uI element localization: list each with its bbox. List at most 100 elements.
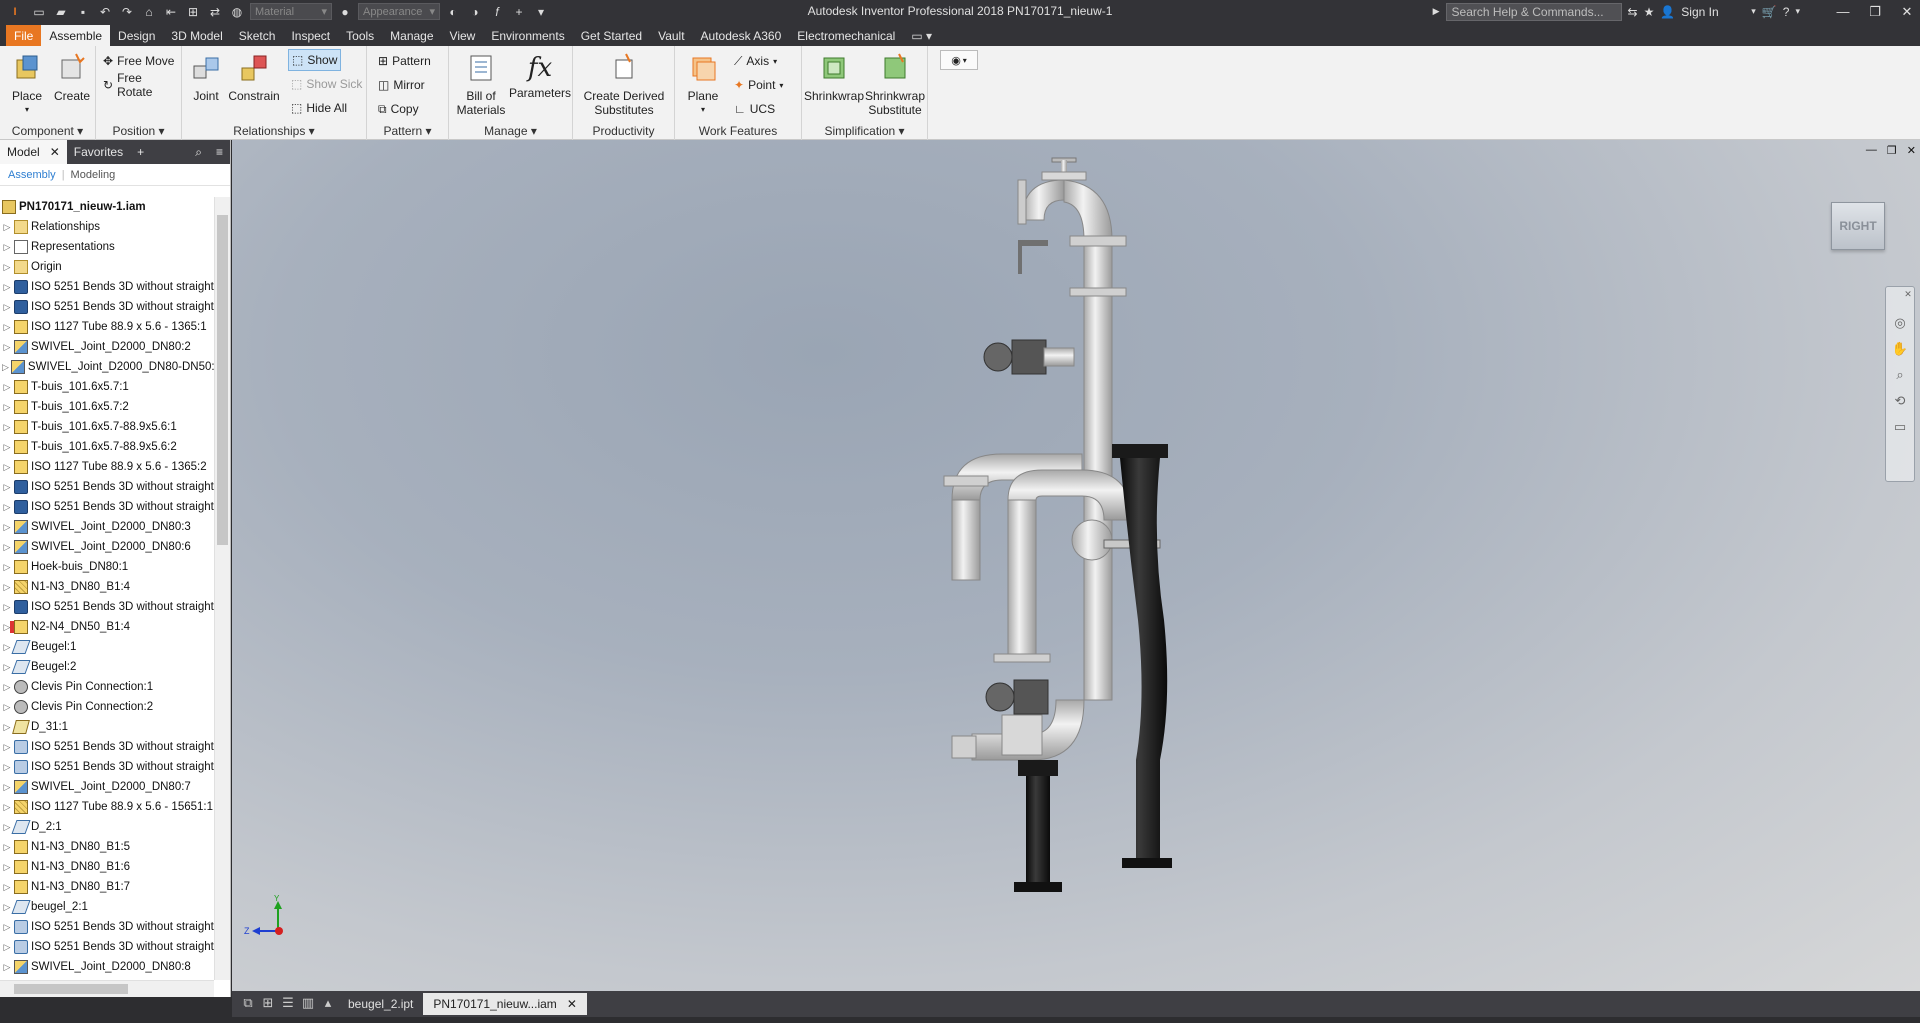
expand-arrow-icon[interactable]: ▷	[2, 262, 12, 273]
tree-item[interactable]: ▷ N2-N4_DN50_B1:4	[0, 617, 214, 637]
panel-title-manage[interactable]: Manage ▾	[449, 124, 572, 138]
expand-arrow-icon[interactable]: ▷	[2, 962, 12, 973]
tree-item[interactable]: ▷ ISO 1127 Tube 88.9 x 5.6 - 1365:2	[0, 457, 214, 477]
tree-item[interactable]: ▷ T-buis_101.6x5.7:1	[0, 377, 214, 397]
shrinkwrap-substitute-button[interactable]: Shrinkwrap Substitute	[864, 52, 926, 117]
tree-item[interactable]: ▷ Relationships	[0, 217, 214, 237]
open-file-icon[interactable]: ▰	[52, 3, 70, 21]
free-rotate-button[interactable]: ↻ Free Rotate	[100, 71, 181, 99]
expand-arrow-icon[interactable]: ▷	[2, 522, 12, 533]
tree-item[interactable]: ▷ ISO 5251 Bends 3D without straight	[0, 497, 214, 517]
tree-item[interactable]: ▷ T-buis_101.6x5.7-88.9x5.6:2	[0, 437, 214, 457]
ribbon-more-dropdown[interactable]: ◉ ▾	[940, 50, 978, 70]
tree-item[interactable]: ▷ D_2:1	[0, 817, 214, 837]
menu-icon[interactable]: ≡	[209, 140, 230, 164]
tree-item[interactable]: ▷ ISO 5251 Bends 3D without straight	[0, 737, 214, 757]
plane-button[interactable]: Plane ▾	[679, 52, 727, 117]
undo-icon[interactable]: ↶	[96, 3, 114, 21]
look-at-icon[interactable]: ▭	[1891, 419, 1909, 437]
tree-item[interactable]: ▷ Beugel:2	[0, 657, 214, 677]
help-icon[interactable]: ?	[1783, 5, 1790, 19]
tab-autodesk-a360[interactable]: Autodesk A360	[693, 25, 790, 46]
tree-item[interactable]: ▷ N1-N3_DN80_B1:4	[0, 577, 214, 597]
tree-item[interactable]: ▷ SWIVEL_Joint_D2000_DN80:3	[0, 517, 214, 537]
graphics-viewport[interactable]: — ❐ ✕ RIGHT ✕ ◎ ✋ ⌕ ⟲ ▭ Y Z	[232, 140, 1920, 991]
tab-electromechanical[interactable]: Electromechanical	[789, 25, 903, 46]
expand-arrow-icon[interactable]: ▷	[2, 862, 12, 873]
tree-item[interactable]: ▷ T-buis_101.6x5.7:2	[0, 397, 214, 417]
expand-arrow-icon[interactable]: ▷	[2, 222, 12, 233]
panel-title-pattern[interactable]: Pattern ▾	[367, 124, 448, 138]
tile-vertical-icon[interactable]: ▥	[298, 995, 318, 1013]
point-button[interactable]: ✦ Point ▾	[731, 74, 786, 96]
panel-title-simplification[interactable]: Simplification ▾	[802, 124, 927, 138]
expand-arrow-icon[interactable]: ▷	[2, 942, 12, 953]
expand-arrow-icon[interactable]: ▷	[2, 922, 12, 933]
return-icon[interactable]: ⇤	[162, 3, 180, 21]
close-icon[interactable]: ✕	[1904, 289, 1912, 307]
material-dropdown[interactable]: Material ▾	[250, 3, 332, 20]
steering-wheel-icon[interactable]: ◎	[1891, 315, 1909, 333]
expand-arrow-icon[interactable]: ▷	[2, 622, 12, 633]
user-icon[interactable]: 👤	[1660, 5, 1675, 19]
constrain-button[interactable]: Constrain	[228, 52, 280, 103]
tree-item[interactable]: ▷ N1-N3_DN80_B1:6	[0, 857, 214, 877]
adjust-appearance-icon[interactable]: ◐	[444, 3, 462, 21]
expand-arrow-icon[interactable]: ▷	[2, 422, 12, 433]
expand-arrow-icon[interactable]: ▷	[2, 742, 12, 753]
panel-title-relationships[interactable]: Relationships ▾	[182, 124, 366, 138]
expand-arrow-icon[interactable]: ▷	[2, 242, 12, 253]
scrollbar-thumb[interactable]	[14, 984, 128, 994]
tree-item[interactable]: ▷ N1-N3_DN80_B1:5	[0, 837, 214, 857]
tab-assemble[interactable]: Assemble	[41, 25, 111, 46]
modeling-view-link[interactable]: Modeling	[71, 169, 116, 181]
expand-arrow-icon[interactable]: ▷	[2, 502, 12, 513]
exchange-icon[interactable]: ⇆	[1628, 5, 1638, 19]
free-move-button[interactable]: ✥ Free Move	[100, 50, 177, 72]
viewcube[interactable]: RIGHT	[1831, 202, 1885, 250]
show-button[interactable]: ⬚ Show	[288, 49, 342, 71]
create-derived-substitutes-button[interactable]: Create Derived Substitutes	[579, 52, 669, 117]
expand-arrow-icon[interactable]: ▷	[2, 462, 12, 473]
axis-button[interactable]: ⟋ Axis ▾	[731, 50, 780, 72]
tree-item[interactable]: ▷ ISO 5251 Bends 3D without straight	[0, 597, 214, 617]
expand-arrow-icon[interactable]: ▷	[2, 302, 12, 313]
minimize-button[interactable]: —	[1830, 4, 1856, 19]
close-button[interactable]: ✕	[1894, 4, 1920, 20]
document-list-icon[interactable]: ▴	[318, 995, 338, 1013]
parameters-button[interactable]: fx Parameters	[509, 52, 571, 100]
tree-item[interactable]: ▷ Clevis Pin Connection:1	[0, 677, 214, 697]
expand-arrow-icon[interactable]: ▷	[2, 662, 12, 673]
show-sick-button[interactable]: ⬚ Show Sick	[288, 73, 365, 95]
shrinkwrap-button[interactable]: Shrinkwrap	[804, 52, 864, 103]
tree-item[interactable]: ▷ ISO 1127 Tube 88.9 x 5.6 - 1365:1	[0, 317, 214, 337]
tree-item[interactable]: ▷ Beugel:1	[0, 637, 214, 657]
select-mode-icon[interactable]: ⊞	[184, 3, 202, 21]
appearance-dropdown[interactable]: Appearance ▾	[358, 3, 440, 20]
expand-arrow-icon[interactable]: ▷	[2, 442, 12, 453]
tree-item[interactable]: ▷ Clevis Pin Connection:2	[0, 697, 214, 717]
tree-item[interactable]: ▷ Origin	[0, 257, 214, 277]
tab-file[interactable]: File	[6, 25, 42, 46]
orbit-icon[interactable]: ⟲	[1891, 393, 1909, 411]
search-input[interactable]: Search Help & Commands...	[1445, 2, 1622, 21]
tile-windows-icon[interactable]: ⊞	[258, 995, 278, 1013]
chevron-down-icon[interactable]: ▾	[1795, 6, 1800, 17]
tree-item[interactable]: ▷ ISO 5251 Bends 3D without straight	[0, 757, 214, 777]
expand-arrow-icon[interactable]: ▷	[2, 882, 12, 893]
doc-tab-beugel[interactable]: beugel_2.ipt	[338, 993, 423, 1015]
create-button[interactable]: Create	[48, 52, 96, 103]
expand-arrow-icon[interactable]: ▷	[2, 562, 12, 573]
customize-qat-icon[interactable]: ▾	[532, 3, 550, 21]
update-icon[interactable]: ⇄	[206, 3, 224, 21]
expand-arrow-icon[interactable]: ▷	[2, 602, 12, 613]
tree-item[interactable]: ▷ SWIVEL_Joint_D2000_DN80-DN50:1	[0, 357, 214, 377]
tab-inspect[interactable]: Inspect	[283, 25, 338, 46]
tree-item[interactable]: ▷ N1-N3_DN80_B1:7	[0, 877, 214, 897]
zoom-icon[interactable]: ⌕	[1891, 367, 1909, 385]
expand-arrow-icon[interactable]: ▷	[2, 582, 12, 593]
new-file-icon[interactable]: ▭	[30, 3, 48, 21]
clear-appearance-icon[interactable]: ◑	[466, 3, 484, 21]
tree-item[interactable]: ▷ ISO 5251 Bends 3D without straight	[0, 917, 214, 937]
tab-environments[interactable]: Environments	[483, 25, 572, 46]
